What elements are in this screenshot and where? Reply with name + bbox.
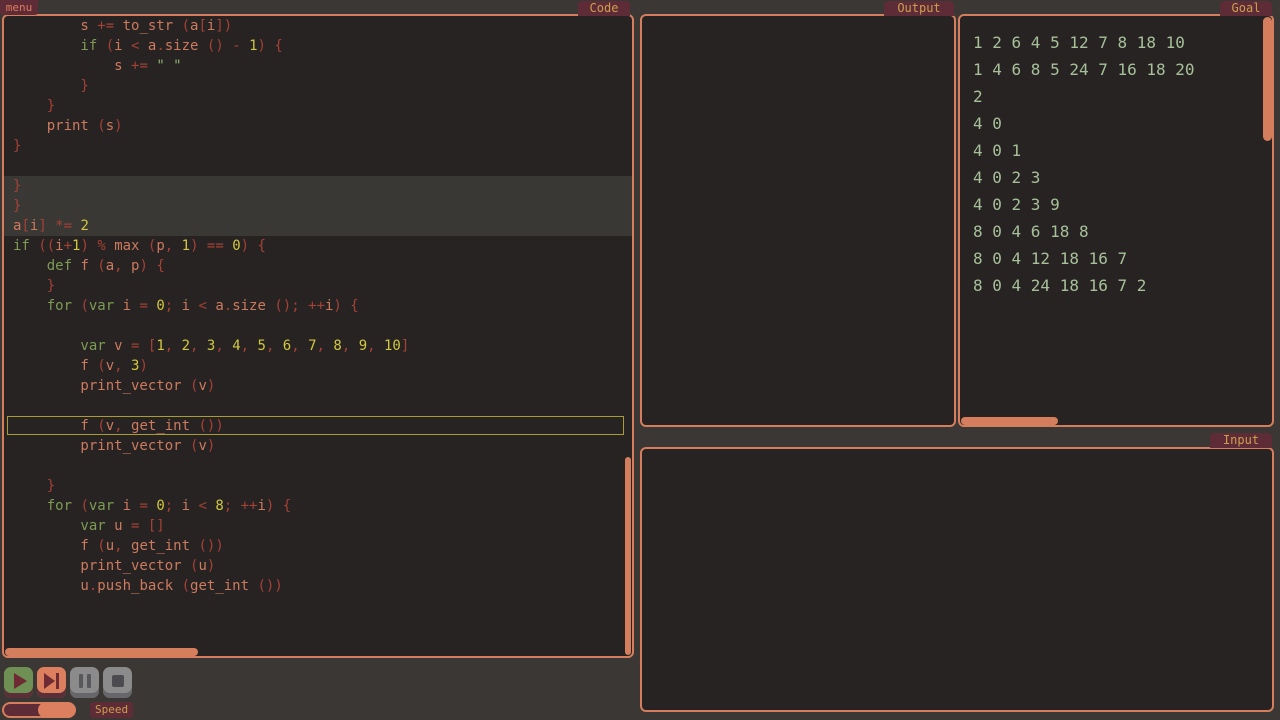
code-line[interactable]: } xyxy=(4,476,632,496)
goal-line: 8 0 4 6 18 8 xyxy=(973,222,1089,241)
code-line[interactable]: var u = [] xyxy=(4,516,632,536)
goal-line: 4 0 2 3 9 xyxy=(973,195,1060,214)
code-line[interactable]: s += " " xyxy=(4,56,632,76)
code-line-current[interactable]: f (v, get_int ()) xyxy=(4,416,632,436)
tab-input: Input xyxy=(1210,433,1272,448)
goal-line: 2 xyxy=(973,87,983,106)
code-line[interactable]: for (var i = 0; i < 8; ++i) { xyxy=(4,496,632,516)
play-button[interactable] xyxy=(4,667,33,698)
goal-line: 8 0 4 24 18 16 7 2 xyxy=(973,276,1147,295)
speed-slider-knob[interactable] xyxy=(38,702,76,718)
output-panel xyxy=(640,14,956,427)
goal-line: 8 0 4 12 18 16 7 xyxy=(973,249,1128,268)
code-line[interactable]: for (var i = 0; i < a.size (); ++i) { xyxy=(4,296,632,316)
code-line[interactable]: var v = [1, 2, 3, 4, 5, 6, 7, 8, 9, 10] xyxy=(4,336,632,356)
stop-icon xyxy=(111,674,124,687)
goal-vertical-scrollbar-thumb[interactable] xyxy=(1263,17,1272,141)
code-line[interactable]: u.push_back (get_int ()) xyxy=(4,576,632,596)
code-line[interactable] xyxy=(4,396,632,416)
code-line[interactable]: } xyxy=(4,176,632,196)
goal-line: 4 0 1 xyxy=(973,141,1022,160)
code-line[interactable]: } xyxy=(4,196,632,216)
goal-line: 4 0 xyxy=(973,114,1002,133)
goal-text: 1 2 6 4 5 12 7 8 18 10 1 4 6 8 5 24 7 16 … xyxy=(973,29,1260,299)
code-line[interactable]: if ((i+1) % max (p, 1) == 0) { xyxy=(4,236,632,256)
code-line[interactable]: def f (a, p) { xyxy=(4,256,632,276)
code-line[interactable]: print (s) xyxy=(4,116,632,136)
code-line[interactable]: print_vector (v) xyxy=(4,436,632,456)
code-line[interactable] xyxy=(4,316,632,336)
code-horizontal-scrollbar-thumb[interactable] xyxy=(5,648,198,656)
code-line[interactable]: a[i] *= 2 xyxy=(4,216,632,236)
code-line[interactable]: f (u, get_int ()) xyxy=(4,536,632,556)
step-button[interactable] xyxy=(37,667,66,698)
goal-line: 4 0 2 3 xyxy=(973,168,1041,187)
tab-code: Code xyxy=(578,1,630,16)
tab-output: Output xyxy=(884,1,954,16)
goal-horizontal-scrollbar-thumb[interactable] xyxy=(961,417,1058,425)
menu-button[interactable]: menu xyxy=(0,0,38,15)
code-line[interactable]: print_vector (v) xyxy=(4,376,632,396)
code-line[interactable]: print_vector (u) xyxy=(4,556,632,576)
input-panel[interactable] xyxy=(640,447,1274,712)
code-panel: s += to_str (a[i]) if (i < a.size () - 1… xyxy=(2,14,634,658)
speed-label: Speed xyxy=(90,702,134,718)
goal-line: 1 4 6 8 5 24 7 16 18 20 xyxy=(973,60,1195,79)
tab-goal: Goal xyxy=(1220,1,1272,16)
code-editor[interactable]: s += to_str (a[i]) if (i < a.size () - 1… xyxy=(4,16,632,596)
code-line[interactable]: f (v, 3) xyxy=(4,356,632,376)
code-line[interactable]: } xyxy=(4,136,632,156)
step-forward-icon xyxy=(44,672,59,689)
code-line[interactable] xyxy=(4,156,632,176)
code-line[interactable]: if (i < a.size () - 1) { xyxy=(4,36,632,56)
code-line[interactable]: s += to_str (a[i]) xyxy=(4,16,632,36)
pause-button[interactable] xyxy=(70,667,99,698)
code-line[interactable]: } xyxy=(4,96,632,116)
stop-button[interactable] xyxy=(103,667,132,698)
goal-panel: 1 2 6 4 5 12 7 8 18 10 1 4 6 8 5 24 7 16 … xyxy=(958,14,1274,427)
goal-line: 1 2 6 4 5 12 7 8 18 10 xyxy=(973,33,1185,52)
pause-icon xyxy=(78,673,91,688)
play-icon xyxy=(13,672,27,689)
code-vertical-scrollbar-thumb[interactable] xyxy=(625,457,631,655)
code-line[interactable]: } xyxy=(4,76,632,96)
code-line[interactable] xyxy=(4,456,632,476)
code-line[interactable]: } xyxy=(4,276,632,296)
